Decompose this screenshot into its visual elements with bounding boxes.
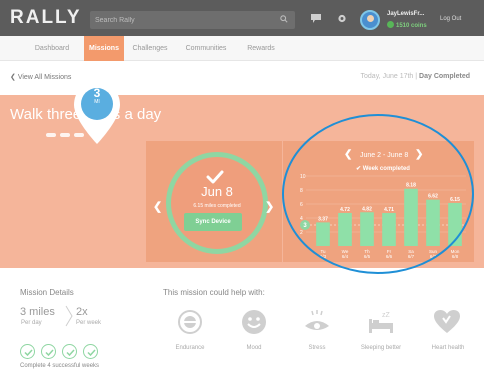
check-icon <box>45 349 54 356</box>
badge-number: 3 <box>93 86 101 100</box>
svg-text:zZ: zZ <box>382 312 391 319</box>
chevron-left-icon: ❮ <box>10 74 18 81</box>
progress-dash <box>46 133 56 137</box>
coin-count: 1510 coins <box>396 23 427 29</box>
progress-dash <box>60 133 70 137</box>
top-bar: RALLY JayLewisFr... 1510 coins Log Out <box>0 0 484 36</box>
chevron-right-icon <box>65 305 73 327</box>
date-status: Today, June 17th | Day Completed <box>361 73 470 80</box>
goal-miles: 3 miles <box>20 306 55 318</box>
search-input[interactable] <box>90 11 270 29</box>
help-label-endurance: Endurance <box>175 345 205 351</box>
help-title: This mission could help with: <box>163 288 265 297</box>
x-tick-date: 6/8 <box>452 254 459 259</box>
tab-rewards[interactable]: Rewards <box>236 36 286 61</box>
stress-icon[interactable] <box>303 309 331 335</box>
user-name[interactable]: JayLewisFr... <box>387 11 424 17</box>
mission-details-title: Mission Details <box>20 288 74 297</box>
mission-badge: 3 MI <box>72 87 122 106</box>
today-date: Today, June 17th | <box>360 73 420 80</box>
back-link[interactable]: ❮ View All Missions <box>10 73 71 81</box>
tab-communities[interactable]: Communities <box>176 36 236 61</box>
week-check-2 <box>41 344 56 359</box>
gear-icon[interactable] <box>337 14 347 23</box>
search-icon[interactable] <box>280 15 288 23</box>
day-status: Day Completed <box>419 73 470 80</box>
tab-challenges[interactable]: Challenges <box>124 36 176 61</box>
main-nav: Dashboard Missions Challenges Communitie… <box>0 36 484 61</box>
coin-balance: 1510 coins <box>387 21 427 29</box>
mood-icon[interactable] <box>240 309 268 335</box>
week-check-4 <box>83 344 98 359</box>
help-label-stress: Stress <box>308 345 326 351</box>
next-day-arrow[interactable]: ❯ <box>265 200 274 213</box>
heart-icon[interactable] <box>433 309 461 335</box>
goal-frequency: 2x <box>76 306 88 318</box>
badge-unit: MI <box>94 99 100 105</box>
tab-dashboard[interactable]: Dashboard <box>20 36 84 61</box>
coin-icon <box>387 21 394 28</box>
check-icon <box>66 349 75 356</box>
help-label-mood: Mood <box>246 345 262 351</box>
goal-miles-unit: Per day <box>21 320 42 326</box>
sleep-icon[interactable]: zZ <box>367 309 395 335</box>
tab-missions[interactable]: Missions <box>84 36 124 61</box>
sync-device-button[interactable]: Sync Device <box>184 213 242 231</box>
chat-icon[interactable] <box>311 14 321 23</box>
progress-dash <box>74 133 84 137</box>
endurance-icon[interactable] <box>176 309 204 335</box>
search-box[interactable] <box>90 11 295 29</box>
previous-day-arrow[interactable]: ❮ <box>153 200 162 213</box>
rally-logo[interactable]: RALLY <box>10 7 82 29</box>
logout-link[interactable]: Log Out <box>440 16 461 22</box>
day-date: Jun 8 <box>201 184 233 199</box>
avatar[interactable] <box>360 10 380 30</box>
help-label-heart: Heart health <box>431 345 465 351</box>
complete-weeks-text: Complete 4 successful weeks <box>20 363 100 369</box>
week-check-1 <box>20 344 35 359</box>
week-check-3 <box>62 344 77 359</box>
highlight-ellipse <box>282 114 474 274</box>
goal-frequency-unit: Per week <box>76 320 102 326</box>
check-icon <box>87 349 96 356</box>
day-miles: 6.15 miles completed <box>193 203 241 209</box>
help-label-sleep: Sleeping better <box>360 345 402 351</box>
check-icon <box>206 170 224 184</box>
back-link-label: View All Missions <box>17 74 72 81</box>
check-icon <box>24 349 33 356</box>
